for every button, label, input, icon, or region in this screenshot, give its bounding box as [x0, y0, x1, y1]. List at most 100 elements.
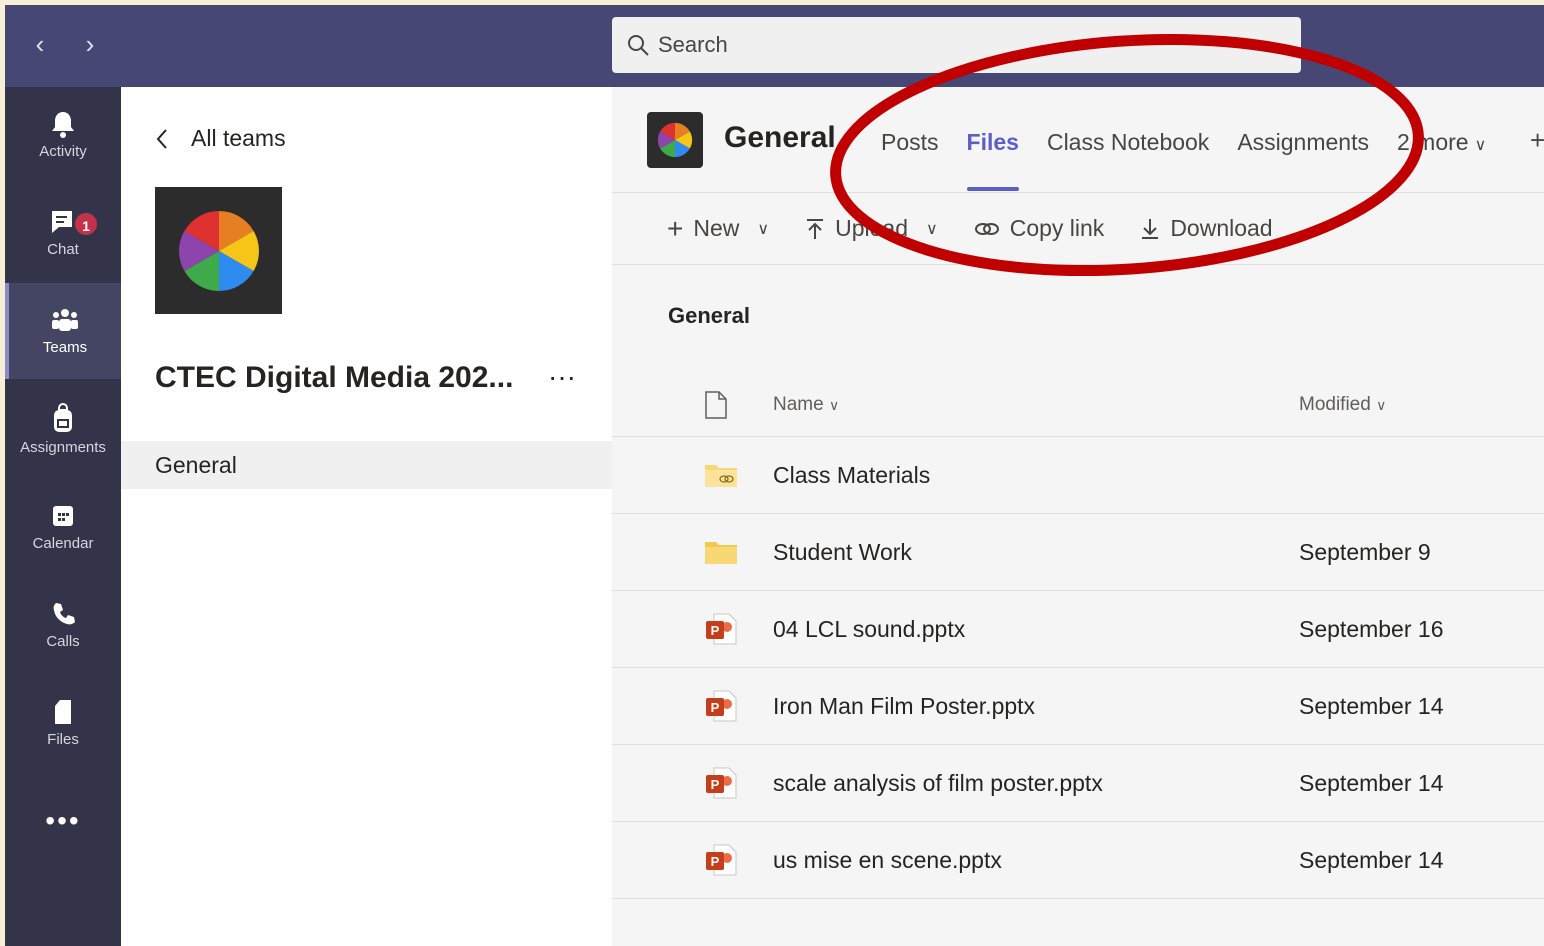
chevron-down-icon: ∨ — [1376, 396, 1387, 413]
rail-item-label: Activity — [39, 143, 87, 160]
teams-window: ‹ › Activity Chat 1 Teams Assignments C — [5, 5, 1544, 946]
plus-icon: + — [667, 212, 684, 244]
tab-files[interactable]: Files — [953, 125, 1033, 191]
channel-header: General Posts Files Class Notebook Assig… — [612, 87, 1544, 193]
history-nav: ‹ › — [27, 29, 103, 63]
rail-item-activity[interactable]: Activity — [5, 87, 121, 183]
file-name[interactable]: scale analysis of film poster.pptx — [773, 770, 1299, 797]
file-name[interactable]: Iron Man Film Poster.pptx — [773, 693, 1299, 720]
powerpoint-icon: P — [706, 844, 737, 876]
table-row[interactable]: P 04 LCL sound.pptx September 16 — [612, 591, 1544, 668]
channel-content: General Posts Files Class Notebook Assig… — [612, 87, 1544, 946]
rail-item-files[interactable]: Files — [5, 675, 121, 771]
file-name[interactable]: 04 LCL sound.pptx — [773, 616, 1299, 643]
more-actions-button[interactable]: ··· — [1309, 215, 1332, 242]
more-apps-button[interactable]: ••• — [5, 805, 121, 837]
tab-posts[interactable]: Posts — [867, 125, 953, 191]
forward-button[interactable]: › — [77, 29, 103, 63]
tab-more-label: 2 more — [1396, 129, 1469, 155]
link-icon — [974, 222, 999, 235]
search-box[interactable] — [612, 17, 1301, 73]
add-tab-button[interactable]: + — [1530, 125, 1544, 156]
file-list: Name ∨ Modified ∨ Class Materials Studen… — [612, 373, 1544, 899]
app-rail: Activity Chat 1 Teams Assignments Calend… — [5, 87, 121, 946]
new-button[interactable]: + New ∨ — [667, 213, 769, 245]
download-icon — [1142, 218, 1159, 239]
rail-item-chat[interactable]: Chat 1 — [5, 185, 121, 281]
title-bar: ‹ › — [5, 5, 1544, 87]
folder-breadcrumb: General — [668, 303, 750, 328]
file-list-header: Name ∨ Modified ∨ — [612, 373, 1544, 437]
powerpoint-icon: P — [706, 767, 737, 799]
folder-icon — [705, 542, 737, 564]
modified-header-label: Modified — [1299, 393, 1371, 415]
copy-link-button[interactable]: Copy link — [974, 215, 1104, 242]
powerpoint-icon: P — [706, 613, 737, 645]
team-avatar — [155, 187, 282, 314]
powerpoint-icon: P — [706, 690, 737, 722]
channel-tabs: Posts Files Class Notebook Assignments 2… — [867, 125, 1500, 191]
rail-item-calendar[interactable]: Calendar — [5, 479, 121, 575]
file-modified: September 14 — [1299, 846, 1444, 873]
document-icon — [705, 390, 727, 419]
all-teams-link[interactable]: All teams — [155, 125, 286, 152]
color-wheel-icon — [657, 122, 693, 158]
files-toolbar: + New ∨ Upload ∨ Copy link Download ··· — [612, 193, 1544, 265]
back-button[interactable]: ‹ — [27, 29, 53, 63]
table-row[interactable]: P us mise en scene.pptx September 14 — [612, 822, 1544, 899]
rail-item-assignments[interactable]: Assignments — [5, 381, 121, 477]
file-name[interactable]: us mise en scene.pptx — [773, 847, 1299, 874]
rail-item-teams[interactable]: Teams — [5, 283, 121, 379]
upload-button[interactable]: Upload ∨ — [805, 215, 938, 242]
table-row[interactable]: Student Work September 9 — [612, 514, 1544, 591]
search-input[interactable] — [658, 32, 1258, 58]
tab-assignments[interactable]: Assignments — [1223, 125, 1383, 191]
bell-icon — [52, 112, 74, 138]
table-row[interactable]: Class Materials — [612, 437, 1544, 514]
svg-text:P: P — [711, 700, 720, 715]
table-row[interactable]: P scale analysis of film poster.pptx Sep… — [612, 745, 1544, 822]
calendar-icon — [53, 506, 73, 526]
download-button[interactable]: Download — [1140, 215, 1273, 242]
rail-item-label: Files — [47, 731, 79, 748]
team-panel: All teams CTEC Digital Media 202... ··· … — [121, 87, 612, 946]
chevron-left-icon — [156, 128, 167, 149]
chevron-down-icon: ∨ — [925, 220, 938, 238]
name-column-header[interactable]: Name ∨ — [773, 394, 1299, 416]
modified-column-header[interactable]: Modified ∨ — [1299, 394, 1544, 416]
rail-item-label: Assignments — [20, 439, 106, 456]
file-modified: September 14 — [1299, 692, 1444, 719]
channel-avatar — [647, 112, 703, 168]
file-modified: September 16 — [1299, 615, 1444, 642]
team-name[interactable]: CTEC Digital Media 202... — [155, 361, 513, 395]
file-name[interactable]: Class Materials — [773, 462, 1299, 489]
upload-icon — [807, 218, 824, 239]
channel-item-general[interactable]: General — [121, 441, 612, 489]
team-more-options[interactable]: ··· — [548, 361, 576, 393]
file-icon — [55, 700, 71, 724]
new-label: New — [693, 215, 740, 241]
unread-badge: 1 — [73, 211, 99, 237]
file-type-header[interactable] — [612, 390, 773, 420]
teams-icon — [52, 309, 78, 331]
all-teams-label: All teams — [191, 125, 286, 151]
backpack-icon — [54, 403, 72, 432]
rail-item-label: Calendar — [32, 535, 94, 552]
rail-item-calls[interactable]: Calls — [5, 577, 121, 673]
chevron-down-icon: ∨ — [757, 220, 770, 238]
upload-label: Upload — [835, 215, 908, 241]
svg-text:P: P — [711, 777, 720, 792]
channel-title: General — [724, 121, 836, 154]
rail-item-label: Calls — [46, 633, 80, 650]
chevron-down-icon: ∨ — [828, 396, 840, 413]
tab-more[interactable]: 2 more ∨ — [1383, 125, 1500, 191]
tab-class-notebook[interactable]: Class Notebook — [1033, 125, 1223, 191]
linked-folder-icon — [705, 465, 737, 487]
name-header-label: Name — [773, 393, 824, 415]
search-icon — [628, 35, 649, 56]
file-name[interactable]: Student Work — [773, 539, 1299, 566]
download-label: Download — [1170, 215, 1273, 241]
color-wheel-icon — [178, 210, 259, 291]
file-modified: September 14 — [1299, 769, 1444, 796]
table-row[interactable]: P Iron Man Film Poster.pptx September 14 — [612, 668, 1544, 745]
